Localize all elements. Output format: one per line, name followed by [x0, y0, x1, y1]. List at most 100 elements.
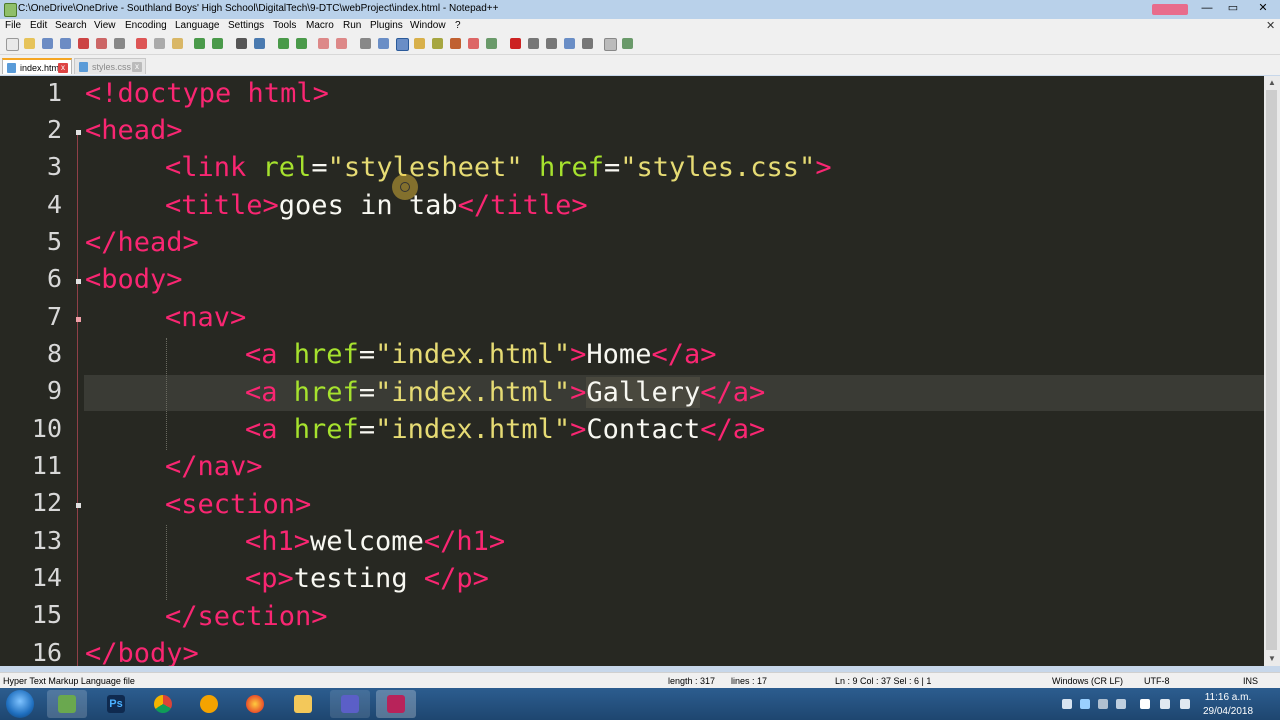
line-number: 2: [46, 115, 62, 144]
folder-workspace-icon[interactable]: [468, 38, 479, 49]
fold-toggle-icon[interactable]: [76, 130, 81, 135]
menu-macro[interactable]: Macro: [306, 20, 334, 31]
maximize-button[interactable]: ▭: [1220, 0, 1246, 17]
status-eol[interactable]: Windows (CR LF): [1052, 676, 1123, 686]
menu-tools[interactable]: Tools: [273, 20, 296, 31]
close-window-button[interactable]: ✕: [1246, 0, 1280, 17]
cut-icon[interactable]: [136, 38, 147, 49]
menu-search[interactable]: Search: [55, 20, 87, 31]
menu-run[interactable]: Run: [343, 20, 361, 31]
close-tab-icon[interactable]: x: [132, 62, 142, 72]
taskbar-app-file-explorer[interactable]: [283, 690, 323, 718]
fold-toggle-icon[interactable]: [76, 279, 81, 284]
menu-language[interactable]: Language: [175, 20, 220, 31]
menu-edit[interactable]: Edit: [30, 20, 47, 31]
menu-help[interactable]: ?: [455, 20, 461, 31]
zoom-out-icon[interactable]: [296, 38, 307, 49]
menu-view[interactable]: View: [94, 20, 116, 31]
close-tab-icon[interactable]: x: [58, 63, 68, 73]
code-token: welcome: [310, 526, 424, 557]
new-file-icon[interactable]: [6, 38, 19, 51]
copy-icon[interactable]: [154, 38, 165, 49]
close-document-button[interactable]: ✕: [1266, 19, 1275, 32]
menu-window[interactable]: Window: [410, 20, 446, 31]
sync-vertical-icon[interactable]: [318, 38, 329, 49]
tab-label: index.html: [20, 63, 62, 73]
play-macro-icon[interactable]: [546, 38, 557, 49]
sync-horizontal-icon[interactable]: [336, 38, 347, 49]
record-macro-icon[interactable]: [510, 38, 521, 49]
menu-plugins[interactable]: Plugins: [370, 20, 403, 31]
title-bar[interactable]: C:\OneDrive\OneDrive - Southland Boys' H…: [0, 0, 1280, 20]
firefox-icon: [246, 695, 264, 713]
taskbar-app-recorder[interactable]: [376, 690, 416, 718]
fold-toggle-icon[interactable]: [76, 317, 81, 322]
open-file-icon[interactable]: [24, 38, 35, 49]
tray-security-icon[interactable]: [1116, 699, 1126, 709]
photoshop-icon: Ps: [107, 695, 125, 713]
code-token: </nav>: [165, 451, 263, 482]
start-button[interactable]: [6, 690, 34, 718]
code-editor[interactable]: 1 2 3 4 5 6 7 8 9 10 11 12 13 14 15 16 <…: [0, 76, 1264, 666]
code-line-7: <nav>: [165, 300, 246, 336]
paste-icon[interactable]: [172, 38, 183, 49]
monitoring-icon[interactable]: [486, 38, 497, 49]
taskbar-app-photoshop[interactable]: Ps: [96, 690, 136, 718]
spell-check-icon[interactable]: [604, 38, 617, 51]
print-icon[interactable]: [114, 38, 125, 49]
word-wrap-icon[interactable]: [360, 38, 371, 49]
stop-macro-icon[interactable]: [528, 38, 539, 49]
fold-toggle-icon[interactable]: [76, 503, 81, 508]
tray-cloud-icon[interactable]: [1098, 699, 1108, 709]
line-number: 14: [31, 563, 62, 592]
taskbar-app-notepad[interactable]: [47, 690, 87, 718]
doc-map-icon[interactable]: [432, 38, 443, 49]
status-cursor-position: Ln : 9 Col : 37 Sel : 6 | 1: [835, 676, 932, 686]
tab-index-html[interactable]: index.html x: [2, 58, 72, 74]
language-icon[interactable]: [414, 38, 425, 49]
scroll-down-icon[interactable]: ▼: [1268, 654, 1276, 663]
minimize-button[interactable]: —: [1194, 0, 1220, 17]
save-all-icon[interactable]: [60, 38, 71, 49]
clock-date[interactable]: 29/04/2018: [1200, 706, 1256, 717]
tray-chevron-icon[interactable]: [1062, 699, 1072, 709]
save-icon[interactable]: [42, 38, 53, 49]
tab-styles-css[interactable]: styles.css x: [74, 58, 146, 74]
tray-volume-icon[interactable]: [1180, 699, 1190, 709]
code-token: =: [358, 414, 376, 445]
taskbar-app-chrome[interactable]: [143, 690, 183, 718]
run-macro-multiple-icon[interactable]: [564, 38, 575, 49]
taskbar-app-firefox[interactable]: [235, 690, 275, 718]
code-token: </a>: [700, 377, 766, 408]
menu-settings[interactable]: Settings: [228, 20, 264, 31]
find-icon[interactable]: [236, 38, 247, 49]
taskbar-app-chrome-canary[interactable]: [189, 690, 229, 718]
taskbar-app-teams[interactable]: [330, 690, 370, 718]
code-line-13: <h1>welcome</h1>: [245, 524, 505, 560]
status-encoding[interactable]: UTF-8: [1144, 676, 1170, 686]
vertical-scrollbar[interactable]: ▲ ▼: [1264, 76, 1280, 666]
line-number-gutter[interactable]: 1 2 3 4 5 6 7 8 9 10 11 12 13 14 15 16: [0, 76, 84, 666]
scrollbar-thumb[interactable]: [1266, 90, 1277, 650]
scroll-up-icon[interactable]: ▲: [1268, 78, 1276, 87]
indent-guide-icon[interactable]: [396, 38, 409, 51]
save-macro-icon[interactable]: [582, 38, 593, 49]
undo-icon[interactable]: [194, 38, 205, 49]
tray-network-icon[interactable]: [1080, 699, 1090, 709]
function-list-icon[interactable]: [450, 38, 461, 49]
menu-encoding[interactable]: Encoding: [125, 20, 167, 31]
redo-icon[interactable]: [212, 38, 223, 49]
clock-time[interactable]: 11:16 a.m.: [1203, 692, 1253, 703]
menu-file[interactable]: File: [5, 20, 21, 31]
tray-battery-icon[interactable]: [1140, 699, 1150, 709]
code-token: </section>: [165, 601, 328, 632]
zoom-in-icon[interactable]: [278, 38, 289, 49]
plugin-icon[interactable]: [622, 38, 633, 49]
code-token: </a>: [651, 339, 717, 370]
close-file-icon[interactable]: [78, 38, 89, 49]
notepad-plus-plus-icon: [4, 3, 17, 17]
replace-icon[interactable]: [254, 38, 265, 49]
close-all-icon[interactable]: [96, 38, 107, 49]
tray-wifi-icon[interactable]: [1160, 699, 1170, 709]
show-all-characters-icon[interactable]: [378, 38, 389, 49]
